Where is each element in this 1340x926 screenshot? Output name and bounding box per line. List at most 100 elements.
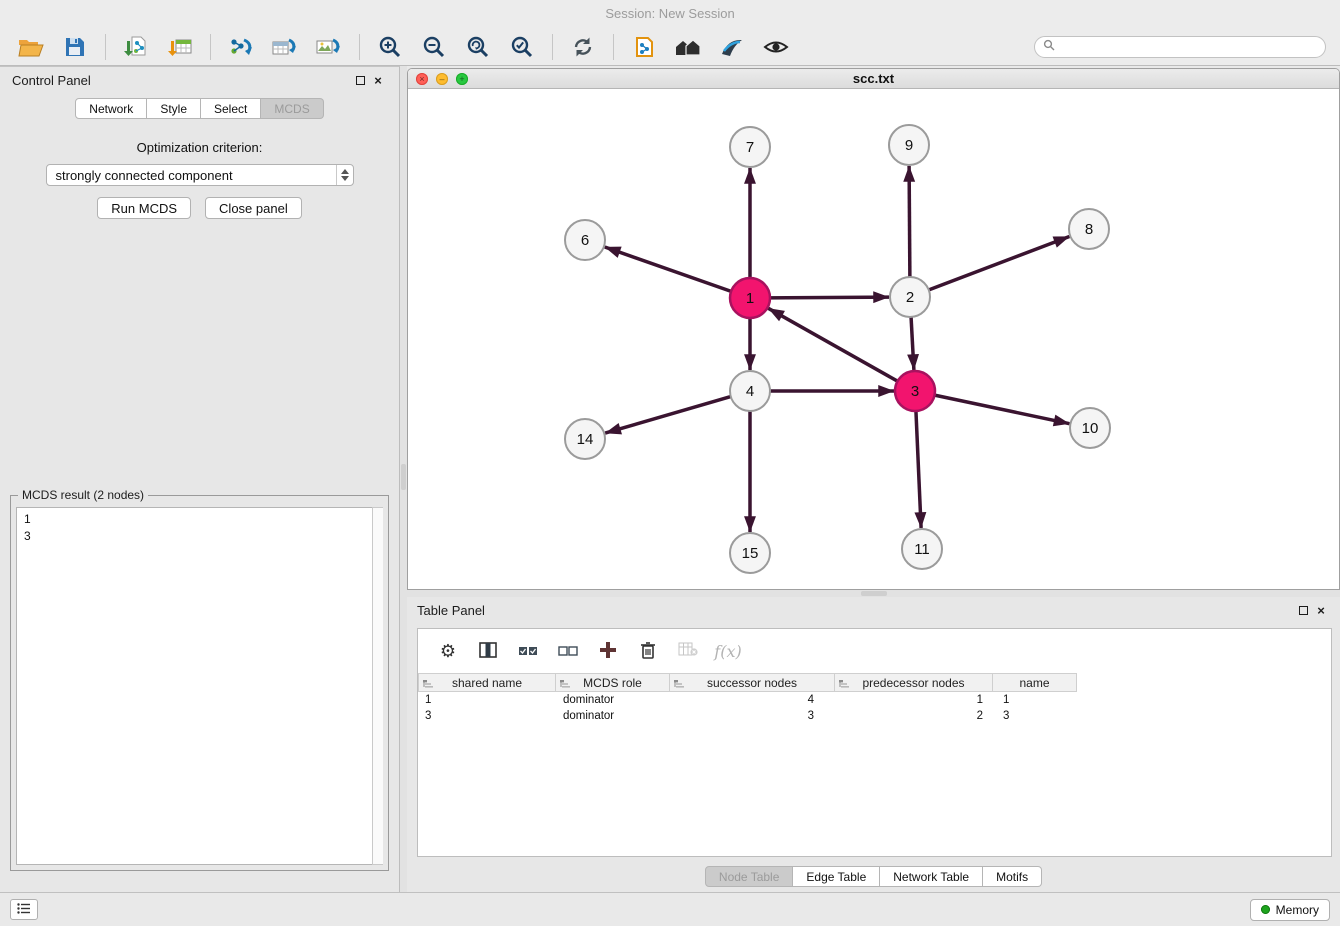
close-window-icon[interactable]: × xyxy=(416,73,428,85)
search-input[interactable] xyxy=(1060,40,1317,54)
network-clipboard-button[interactable] xyxy=(623,31,665,63)
graph-node-7[interactable]: 7 xyxy=(730,127,770,167)
graph-node-8[interactable]: 8 xyxy=(1069,209,1109,249)
graph-edge-1-6[interactable] xyxy=(605,247,734,292)
network-svg[interactable]: 7 9 6 8 1 2 4 3 14 10 15 11 xyxy=(408,89,1339,590)
add-column-button[interactable] xyxy=(590,636,626,666)
graph-node-11[interactable]: 11 xyxy=(902,529,942,569)
tab-node-table[interactable]: Node Table xyxy=(705,866,794,887)
cell-mcds-role[interactable]: dominator xyxy=(556,708,670,724)
mcds-result-title: MCDS result (2 nodes) xyxy=(18,488,148,502)
close-panel-button[interactable]: × xyxy=(1312,602,1330,618)
cell-name[interactable]: 3 xyxy=(993,708,1077,724)
cell-mcds-role[interactable]: dominator xyxy=(556,692,670,708)
cell-shared-name[interactable]: 1 xyxy=(418,692,556,708)
zoom-window-icon[interactable]: + xyxy=(456,73,468,85)
table-row[interactable]: 1 dominator 4 1 1 xyxy=(418,692,1331,708)
result-line[interactable]: 1 xyxy=(24,511,375,528)
close-panel-action-button[interactable]: Close panel xyxy=(205,197,302,219)
column-header-name[interactable]: name xyxy=(993,673,1077,692)
graph-node-9[interactable]: 9 xyxy=(889,125,929,165)
graph-node-4[interactable]: 4 xyxy=(730,371,770,411)
horizontal-splitter[interactable] xyxy=(407,590,1340,597)
mcds-result-list[interactable]: 1 3 xyxy=(16,507,383,865)
graph-edge-2-9[interactable] xyxy=(909,166,910,280)
cell-successor-nodes[interactable]: 3 xyxy=(670,708,835,724)
splitter-handle[interactable] xyxy=(861,591,887,596)
column-header-predecessor-nodes[interactable]: predecessor nodes xyxy=(835,673,993,692)
home-button[interactable] xyxy=(667,31,709,63)
table-row[interactable]: 3 dominator 3 2 3 xyxy=(418,708,1331,724)
paint-style-button[interactable] xyxy=(711,31,753,63)
import-network-button[interactable] xyxy=(115,31,157,63)
graph-node-3[interactable]: 3 xyxy=(895,371,935,411)
tab-select[interactable]: Select xyxy=(201,98,261,119)
tab-style[interactable]: Style xyxy=(147,98,201,119)
save-floppy-icon xyxy=(65,37,85,57)
graph-node-14[interactable]: 14 xyxy=(565,419,605,459)
network-canvas[interactable]: 7 9 6 8 1 2 4 3 14 10 15 11 xyxy=(408,89,1339,590)
graph-edge-4-14[interactable] xyxy=(605,396,734,433)
cell-shared-name[interactable]: 3 xyxy=(418,708,556,724)
graph-edge-3-10[interactable] xyxy=(932,395,1070,424)
select-all-button[interactable] xyxy=(510,636,546,666)
result-scrollbar[interactable] xyxy=(372,507,383,865)
memory-indicator-button[interactable]: Memory xyxy=(1250,899,1330,921)
network-view-window: × – + scc.txt 7968124314101511 xyxy=(407,68,1340,590)
zoom-selected-button[interactable] xyxy=(501,31,543,63)
cell-predecessor-nodes[interactable]: 1 xyxy=(835,692,993,708)
float-panel-button[interactable] xyxy=(1294,602,1312,618)
zoom-in-button[interactable] xyxy=(369,31,411,63)
graph-edge-2-3[interactable] xyxy=(911,314,914,370)
table-settings-button[interactable]: ⚙ xyxy=(430,636,466,666)
graph-edge-3-1[interactable] xyxy=(768,308,900,382)
result-line[interactable]: 3 xyxy=(24,528,375,545)
graph-node-label: 6 xyxy=(581,232,589,249)
export-network-button[interactable] xyxy=(220,31,262,63)
column-header-mcds-role[interactable]: MCDS role xyxy=(556,673,670,692)
graph-edge-1-2[interactable] xyxy=(767,297,889,298)
graph-node-6[interactable]: 6 xyxy=(565,220,605,260)
deselect-all-button[interactable] xyxy=(550,636,586,666)
graph-node-1[interactable]: 1 xyxy=(730,278,770,318)
export-image-button[interactable] xyxy=(308,31,350,63)
open-session-button[interactable] xyxy=(10,31,52,63)
tab-network-table[interactable]: Network Table xyxy=(880,866,983,887)
delete-column-button[interactable] xyxy=(630,636,666,666)
cell-successor-nodes[interactable]: 4 xyxy=(670,692,835,708)
tab-edge-table[interactable]: Edge Table xyxy=(793,866,880,887)
export-table-button[interactable] xyxy=(264,31,306,63)
cell-name[interactable]: 1 xyxy=(993,692,1077,708)
column-header-successor-nodes[interactable]: successor nodes xyxy=(670,673,835,692)
float-panel-button[interactable] xyxy=(351,72,369,88)
optimization-criterion-select[interactable]: strongly connected component xyxy=(46,164,354,186)
show-panel-list-button[interactable] xyxy=(10,899,38,920)
graph-node-15[interactable]: 15 xyxy=(730,533,770,573)
window-title: Session: New Session xyxy=(605,6,734,21)
cell-predecessor-nodes[interactable]: 2 xyxy=(835,708,993,724)
tab-network[interactable]: Network xyxy=(75,98,147,119)
show-details-button[interactable] xyxy=(755,31,797,63)
refresh-button[interactable] xyxy=(562,31,604,63)
graph-node-2[interactable]: 2 xyxy=(890,277,930,317)
function-builder-button[interactable]: f(x) xyxy=(710,636,746,666)
delete-table-button[interactable] xyxy=(670,636,706,666)
graph-edge-2-8[interactable] xyxy=(926,237,1070,292)
minimize-window-icon[interactable]: – xyxy=(436,73,448,85)
mcds-result-box: MCDS result (2 nodes) 1 3 xyxy=(10,495,389,871)
run-mcds-button[interactable]: Run MCDS xyxy=(97,197,191,219)
close-panel-button[interactable]: × xyxy=(369,72,387,88)
tab-motifs[interactable]: Motifs xyxy=(983,866,1042,887)
zoom-out-button[interactable] xyxy=(413,31,455,63)
vertical-splitter[interactable] xyxy=(400,66,407,892)
search-field[interactable] xyxy=(1034,36,1326,58)
tab-mcds[interactable]: MCDS xyxy=(261,98,323,119)
splitter-handle[interactable] xyxy=(401,464,406,490)
select-columns-button[interactable] xyxy=(470,636,506,666)
zoom-fit-button[interactable] xyxy=(457,31,499,63)
import-table-button[interactable] xyxy=(159,31,201,63)
graph-node-10[interactable]: 10 xyxy=(1070,408,1110,448)
column-header-shared-name[interactable]: shared name xyxy=(418,673,556,692)
graph-edge-3-11[interactable] xyxy=(916,408,921,528)
save-session-button[interactable] xyxy=(54,31,96,63)
